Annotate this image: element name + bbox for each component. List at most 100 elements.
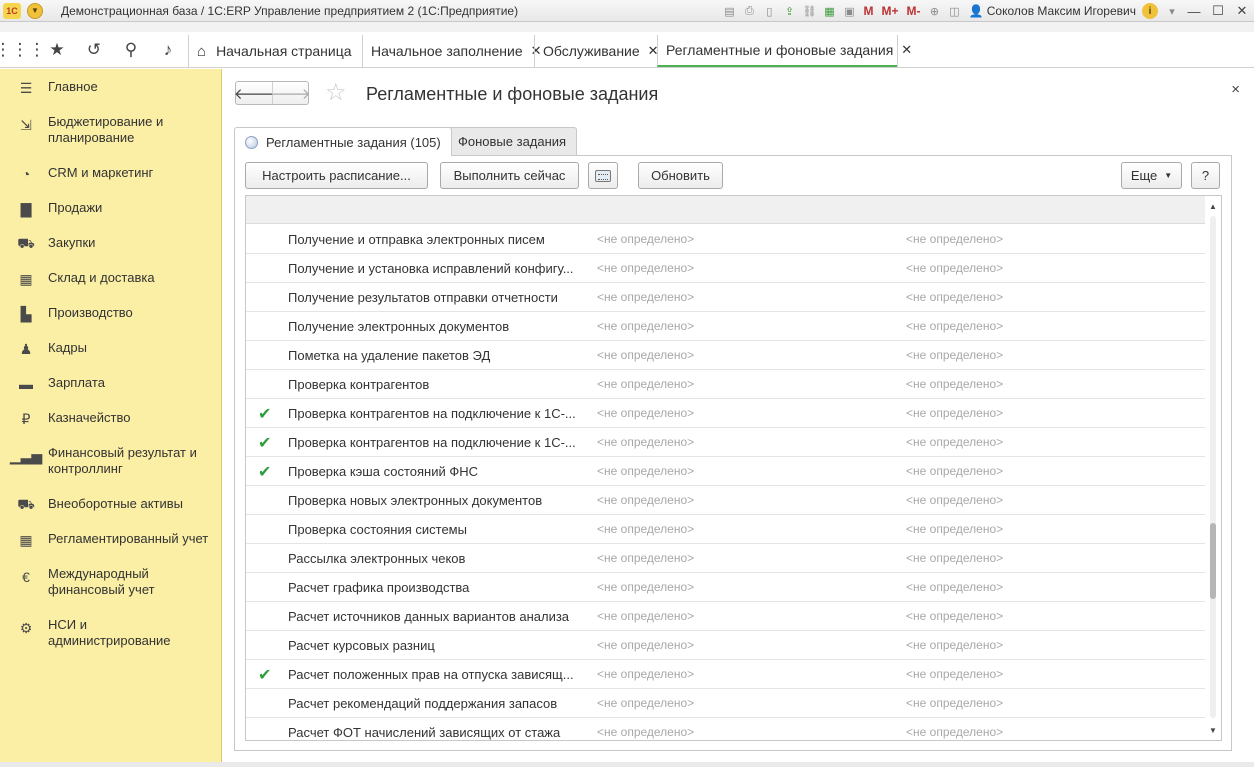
maximize-button[interactable]: ☐ [1206,2,1230,20]
calendar-icon[interactable]: ▣ [839,2,859,20]
calculator-icon: ▦ [19,531,33,548]
memory-button[interactable]: M [863,4,873,18]
schedule-cell: <не определено> [597,522,695,536]
refresh-button[interactable]: Обновить [638,162,723,189]
table-row[interactable]: Расчет рекомендаций поддержания запасов <… [246,689,1206,718]
print-icon[interactable]: ⎙ [739,2,759,20]
table-row[interactable]: Расчет графика производства <не определен… [246,573,1206,602]
bag-icon: ▇ [20,200,32,217]
tab-initial-fill[interactable]: Начальное заполнение ✕ [362,35,542,67]
close-form-button[interactable]: × [1231,81,1240,98]
vertical-scrollbar[interactable]: ▲ ▼ [1205,196,1221,740]
schedule-cell: <не определено> [597,464,695,478]
job-name-cell: Расчет положенных прав на отпуска завися… [288,667,574,682]
more-menu-button[interactable]: Еще ▼ [1121,162,1182,189]
history-icon[interactable]: ↺ [82,38,106,62]
tab-scheduled[interactable]: Регламентные задания (105) [234,127,452,156]
favorite-star-icon[interactable]: ☆ [325,79,347,107]
current-user[interactable]: 👤 Соколов Максим Игоревич [968,4,1136,18]
page-title: Регламентные и фоновые задания [366,84,659,104]
main-menu-button[interactable]: ▼ [27,2,43,19]
table-row[interactable]: Расчет ФОТ начислений зависящих от стажа… [246,718,1206,740]
jobs-table: Получение и отправка электронных писем <н… [245,195,1222,741]
minimize-button[interactable]: — [1182,2,1206,20]
checkmark-icon[interactable]: ✔ [258,404,271,424]
table-row[interactable]: Получение результатов отправки отчетност… [246,283,1206,312]
configure-schedule-button[interactable]: Настроить расписание... [245,162,428,189]
user-name: Соколов Максим Игоревич [986,4,1136,18]
table-row[interactable]: Расчет курсовых разниц <не определено> <не… [246,631,1206,660]
table-row[interactable]: Проверка контрагентов <не определено> <не … [246,370,1206,399]
table-row[interactable]: ✔ Проверка контрагентов на подключение к … [246,428,1206,457]
job-name-cell: Расчет ФОТ начислений зависящих от стажа [288,725,561,740]
star-icon[interactable]: ★ [45,38,69,62]
close-tab-icon[interactable]: ✕ [901,42,912,58]
user-icon: 👤 [968,4,984,18]
search-icon[interactable]: ⚲ [119,38,143,62]
table-row[interactable]: Рассылка электронных чеков <не определено… [246,544,1206,573]
job-name-cell: Проверка контрагентов [288,377,430,392]
table-row[interactable]: Пометка на удаление пакетов ЭД <не опреде… [246,341,1206,370]
info-icon[interactable]: i [1142,3,1158,19]
job-name-cell: Рассылка электронных чеков [288,551,466,566]
link-icon[interactable]: ⛓ [799,2,819,20]
table-row[interactable]: Получение и установка исправлений конфиг… [246,254,1206,283]
memory-plus-button[interactable]: M+ [881,4,898,18]
tab-maintenance[interactable]: Обслуживание ✕ [534,35,659,67]
factory-icon: ▙ [20,305,32,322]
back-arrow-icon[interactable]: 🡐 [234,82,274,104]
table-body: Получение и отправка электронных писем <н… [246,225,1206,740]
memory-minus-button[interactable]: M- [906,4,920,18]
schedule-cell: <не определено> [597,493,695,507]
panels-icon[interactable]: ◫ [944,2,964,20]
preview-icon[interactable]: ▯ [759,2,779,20]
upload-icon[interactable]: ⇪ [779,2,799,20]
run-now-button[interactable]: Выполнить сейчас [440,162,579,189]
window-title: Демонстрационная база / 1С:ERP Управлени… [61,3,519,18]
checkmark-icon[interactable]: ✔ [258,665,271,685]
checkmark-icon[interactable]: ✔ [258,462,271,482]
schedule-cell: <не определено> [597,406,695,420]
table-row[interactable]: Проверка новых электронных документов <не… [246,486,1206,515]
table-row[interactable]: Расчет источников данных вариантов анали… [246,602,1206,631]
sections-sidebar: ☰ Главное ⇲ Бюджетирование и планировани… [0,69,222,767]
tab-label: Начальная страница [216,43,352,59]
apps-grid-icon[interactable]: ⋮⋮⋮ [0,38,46,62]
table-row[interactable]: ✔ Проверка кэша состояний ФНС <не определе… [246,457,1206,486]
scroll-thumb[interactable] [1210,523,1216,599]
zoom-icon[interactable]: ⊕ [924,2,944,20]
table-row[interactable]: Получение электронных документов <не опре… [246,312,1206,341]
last-run-cell: <не определено> [906,522,1004,536]
tab-label: Обслуживание [543,43,640,59]
last-run-cell: <не определено> [906,464,1004,478]
chevron-down-icon[interactable]: ▾ [1162,2,1182,20]
open-windows-bar: ⋮⋮⋮ ★ ↺ ⚲ ♪ ⌂ Начальная страница Начальн… [0,32,1254,68]
tab-label: Регламентные задания (105) [266,134,441,150]
table-row[interactable]: ✔ Проверка контрагентов на подключение к … [246,399,1206,428]
table-row[interactable]: Проверка состояния системы <не определено… [246,515,1206,544]
table-row[interactable]: Получение и отправка электронных писем <н… [246,225,1206,254]
titlebar-gap [0,22,1254,32]
spreadsheet-icon[interactable]: ▦ [819,2,839,20]
help-button[interactable]: ? [1191,162,1220,189]
tab-scheduled-jobs[interactable]: Регламентные и фоновые задания ✕ [657,35,912,67]
scroll-up-icon[interactable]: ▲ [1205,198,1221,214]
table-header [246,196,1206,224]
tab-home[interactable]: ⌂ Начальная страница [188,35,362,67]
last-run-cell: <не определено> [906,406,1004,420]
menu-lines-icon: ☰ [19,79,33,96]
forward-arrow-icon[interactable]: 🡒 [270,82,311,104]
bell-icon[interactable]: ♪ [156,38,180,62]
scroll-down-icon[interactable]: ▼ [1205,722,1221,738]
close-window-button[interactable]: ✕ [1230,2,1254,20]
table-row[interactable]: ✔ Расчет положенных прав на отпуска завис… [246,660,1206,689]
schedule-cell: <не определено> [597,638,695,652]
save-icon[interactable]: ▤ [719,2,739,20]
scroll-track[interactable] [1210,216,1216,718]
schedule-cell: <не определено> [597,435,695,449]
tab-background[interactable]: Фоновые задания [447,127,578,155]
schedule-editor-button[interactable] [588,162,618,189]
schedule-cell: <не определено> [597,290,695,304]
checkmark-icon[interactable]: ✔ [258,433,271,453]
job-name-cell: Проверка контрагентов на подключение к 1… [288,435,576,450]
